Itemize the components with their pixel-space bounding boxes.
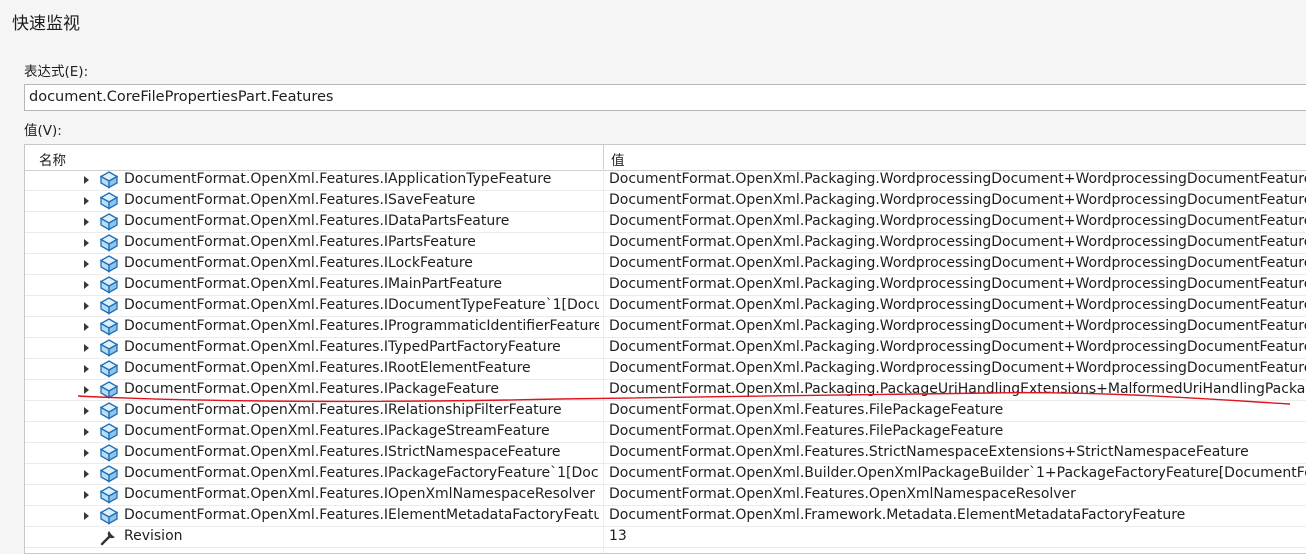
interface-icon: [99, 213, 119, 231]
row-value: DocumentFormat.OpenXml.Packaging.Wordpro…: [609, 234, 1306, 250]
row-value: DocumentFormat.OpenXml.Packaging.Wordpro…: [609, 192, 1306, 208]
expand-arrow-icon[interactable]: [84, 428, 89, 436]
window-title: 快速监视: [12, 14, 80, 34]
expand-arrow-icon[interactable]: [84, 386, 89, 394]
interface-icon: [99, 318, 119, 336]
row-name: DocumentFormat.OpenXml.Features.ILockFea…: [124, 255, 473, 271]
expand-arrow-icon[interactable]: [84, 176, 89, 184]
interface-icon: [99, 255, 119, 273]
interface-icon: [99, 381, 119, 399]
table-row[interactable]: DocumentFormat.OpenXml.Features.IProgram…: [25, 317, 1306, 338]
interface-icon: [99, 507, 119, 525]
row-value: DocumentFormat.OpenXml.Packaging.Wordpro…: [609, 297, 1306, 313]
row-value: DocumentFormat.OpenXml.Framework.Metadat…: [609, 507, 1186, 523]
row-value: DocumentFormat.OpenXml.Packaging.Package…: [609, 381, 1306, 397]
column-header-name[interactable]: 名称: [39, 149, 66, 169]
row-name: DocumentFormat.OpenXml.Features.IRootEle…: [124, 360, 531, 376]
column-header-value[interactable]: 值: [611, 149, 625, 169]
expand-arrow-icon[interactable]: [84, 218, 89, 226]
row-name: DocumentFormat.OpenXml.Features.IPackage…: [124, 423, 550, 439]
row-name: DocumentFormat.OpenXml.Features.IDocumen…: [124, 297, 599, 313]
table-row[interactable]: DocumentFormat.OpenXml.Features.IRelatio…: [25, 401, 1306, 422]
table-row[interactable]: DocumentFormat.OpenXml.Features.IRootEle…: [25, 359, 1306, 380]
row-name: DocumentFormat.OpenXml.Features.IDataPar…: [124, 213, 510, 229]
row-value: DocumentFormat.OpenXml.Features.FilePack…: [609, 423, 1004, 439]
row-name: DocumentFormat.OpenXml.Features.IMainPar…: [124, 276, 503, 292]
expand-arrow-icon[interactable]: [84, 407, 89, 415]
table-row[interactable]: DocumentFormat.OpenXml.Features.IDataPar…: [25, 212, 1306, 233]
expand-arrow-icon[interactable]: [84, 344, 89, 352]
row-name: DocumentFormat.OpenXml.Features.IProgram…: [124, 318, 599, 334]
value-label: 值(V):: [24, 123, 62, 139]
table-row[interactable]: DocumentFormat.OpenXml.Features.IDocumen…: [25, 296, 1306, 317]
table-row[interactable]: DocumentFormat.OpenXml.Features.IPackage…: [25, 464, 1306, 485]
row-value: DocumentFormat.OpenXml.Builder.OpenXmlPa…: [609, 465, 1306, 481]
row-name: DocumentFormat.OpenXml.Features.IPackage…: [124, 381, 499, 397]
column-splitter[interactable]: [603, 145, 604, 170]
wrench-icon: [99, 528, 119, 546]
row-name: DocumentFormat.OpenXml.Features.IStrictN…: [124, 444, 561, 460]
row-value: DocumentFormat.OpenXml.Packaging.Wordpro…: [609, 339, 1306, 355]
row-name: DocumentFormat.OpenXml.Features.IPartsFe…: [124, 234, 476, 250]
watch-grid[interactable]: 名称 值 DocumentFormat.OpenXml.Features.IAp…: [24, 144, 1306, 554]
interface-icon: [99, 486, 119, 504]
row-name: DocumentFormat.OpenXml.Features.IPackage…: [124, 465, 599, 481]
interface-icon: [99, 234, 119, 252]
table-row[interactable]: DocumentFormat.OpenXml.Features.IMainPar…: [25, 275, 1306, 296]
table-row[interactable]: Revision 13: [25, 527, 1306, 548]
row-name: DocumentFormat.OpenXml.Features.IElement…: [124, 507, 599, 523]
interface-icon: [99, 465, 119, 483]
grid-rows: DocumentFormat.OpenXml.Features.IApplica…: [25, 170, 1306, 548]
table-row[interactable]: DocumentFormat.OpenXml.Features.IStrictN…: [25, 443, 1306, 464]
interface-icon: [99, 339, 119, 357]
row-value: DocumentFormat.OpenXml.Features.OpenXmlN…: [609, 486, 1076, 502]
table-row[interactable]: DocumentFormat.OpenXml.Features.IOpenXml…: [25, 485, 1306, 506]
row-name: DocumentFormat.OpenXml.Features.IOpenXml…: [124, 486, 596, 502]
table-row[interactable]: DocumentFormat.OpenXml.Features.IPartsFe…: [25, 233, 1306, 254]
expand-arrow-icon[interactable]: [84, 239, 89, 247]
row-value: DocumentFormat.OpenXml.Packaging.Wordpro…: [609, 360, 1306, 376]
table-row[interactable]: DocumentFormat.OpenXml.Features.IPackage…: [25, 422, 1306, 443]
table-row[interactable]: DocumentFormat.OpenXml.Features.IApplica…: [25, 170, 1306, 191]
row-name: DocumentFormat.OpenXml.Features.IApplica…: [124, 171, 552, 187]
interface-icon: [99, 171, 119, 189]
row-name: DocumentFormat.OpenXml.Features.ITypedPa…: [124, 339, 561, 355]
expand-arrow-icon[interactable]: [84, 449, 89, 457]
expand-arrow-icon[interactable]: [84, 491, 89, 499]
table-row[interactable]: DocumentFormat.OpenXml.Features.IElement…: [25, 506, 1306, 527]
expand-arrow-icon[interactable]: [84, 260, 89, 268]
table-row[interactable]: DocumentFormat.OpenXml.Features.ISaveFea…: [25, 191, 1306, 212]
table-row[interactable]: DocumentFormat.OpenXml.Features.ITypedPa…: [25, 338, 1306, 359]
row-name: DocumentFormat.OpenXml.Features.IRelatio…: [124, 402, 562, 418]
interface-icon: [99, 192, 119, 210]
interface-icon: [99, 276, 119, 294]
row-name: DocumentFormat.OpenXml.Features.ISaveFea…: [124, 192, 476, 208]
interface-icon: [99, 423, 119, 441]
row-value: DocumentFormat.OpenXml.Packaging.Wordpro…: [609, 276, 1306, 292]
expression-input[interactable]: document.CoreFilePropertiesPart.Features: [24, 84, 1306, 111]
expression-label: 表达式(E):: [24, 64, 89, 80]
row-value: DocumentFormat.OpenXml.Packaging.Wordpro…: [609, 318, 1306, 334]
table-row[interactable]: DocumentFormat.OpenXml.Features.IPackage…: [25, 380, 1306, 401]
interface-icon: [99, 360, 119, 378]
expand-arrow-icon[interactable]: [84, 197, 89, 205]
table-row[interactable]: DocumentFormat.OpenXml.Features.ILockFea…: [25, 254, 1306, 275]
row-value: DocumentFormat.OpenXml.Packaging.Wordpro…: [609, 171, 1306, 187]
interface-icon: [99, 402, 119, 420]
grid-header: 名称 值: [25, 145, 1306, 171]
expand-arrow-icon[interactable]: [84, 512, 89, 520]
expand-arrow-icon[interactable]: [84, 470, 89, 478]
expand-arrow-icon[interactable]: [84, 281, 89, 289]
row-value: DocumentFormat.OpenXml.Packaging.Wordpro…: [609, 255, 1306, 271]
row-value: DocumentFormat.OpenXml.Features.FilePack…: [609, 402, 1004, 418]
row-value: DocumentFormat.OpenXml.Features.StrictNa…: [609, 444, 1249, 460]
expand-arrow-icon[interactable]: [84, 323, 89, 331]
expand-arrow-icon[interactable]: [84, 302, 89, 310]
expand-arrow-icon[interactable]: [84, 365, 89, 373]
interface-icon: [99, 444, 119, 462]
row-value: DocumentFormat.OpenXml.Packaging.Wordpro…: [609, 213, 1306, 229]
interface-icon: [99, 297, 119, 315]
